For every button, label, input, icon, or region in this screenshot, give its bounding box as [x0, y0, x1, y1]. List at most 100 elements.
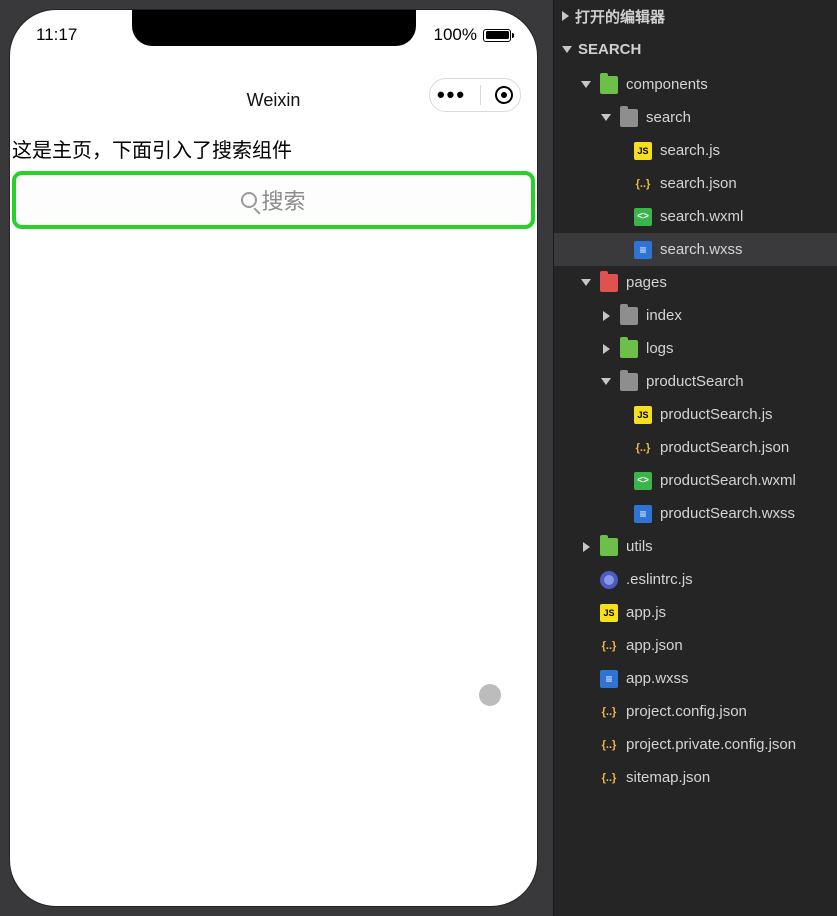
js-file-icon [600, 604, 618, 622]
file-label: .eslintrc.js [626, 571, 829, 588]
file-productsearch-js[interactable]: productSearch.js [554, 398, 837, 431]
file-label: productSearch.js [660, 406, 829, 423]
file-search-js[interactable]: search.js [554, 134, 837, 167]
file-project-config[interactable]: project.config.json [554, 695, 837, 728]
file-label: productSearch.json [660, 439, 829, 456]
file-project-private-config[interactable]: project.private.config.json [554, 728, 837, 761]
section-project[interactable]: SEARCH [554, 33, 837, 66]
folder-icon [600, 538, 618, 556]
file-label: app.wxss [626, 670, 829, 687]
folder-icon [600, 274, 618, 292]
chevron-right-icon [562, 11, 569, 21]
wxml-file-icon [634, 472, 652, 490]
eslint-file-icon [600, 571, 618, 589]
simulator-pane: 11:17 100% Weixin ••• 这是主页，下面引入了搜索组件 搜索 [0, 0, 553, 916]
file-sitemap-json[interactable]: sitemap.json [554, 761, 837, 794]
status-right: 100% [434, 25, 511, 45]
status-bar: 11:17 100% [10, 10, 537, 60]
folder-icon [620, 340, 638, 358]
file-app-json[interactable]: app.json [554, 629, 837, 662]
wxss-file-icon [634, 505, 652, 523]
file-app-wxss[interactable]: app.wxss [554, 662, 837, 695]
more-icon[interactable]: ••• [437, 84, 466, 106]
file-productsearch-json[interactable]: productSearch.json [554, 431, 837, 464]
file-label: project.config.json [626, 703, 829, 720]
folder-icon [620, 109, 638, 127]
folder-components[interactable]: components [554, 68, 837, 101]
capsule-menu[interactable]: ••• [429, 78, 521, 112]
file-search-wxml[interactable]: search.wxml [554, 200, 837, 233]
section-open-editors[interactable]: 打开的编辑器 [554, 0, 837, 33]
folder-logs[interactable]: logs [554, 332, 837, 365]
file-productsearch-wxml[interactable]: productSearch.wxml [554, 464, 837, 497]
chevron-right-icon [603, 311, 610, 321]
folder-pages[interactable]: pages [554, 266, 837, 299]
chevron-down-icon [601, 378, 611, 385]
folder-label: productSearch [646, 373, 829, 390]
capsule-divider [480, 85, 481, 105]
page-heading: 这是主页，下面引入了搜索组件 [12, 134, 535, 169]
file-label: search.json [660, 175, 829, 192]
folder-index[interactable]: index [554, 299, 837, 332]
chevron-down-icon [601, 114, 611, 121]
chevron-down-icon [581, 81, 591, 88]
folder-icon [620, 307, 638, 325]
file-label: app.json [626, 637, 829, 654]
json-file-icon [634, 175, 652, 193]
folder-label: search [646, 109, 829, 126]
chevron-right-icon [603, 344, 610, 354]
wxss-file-icon [600, 670, 618, 688]
file-label: sitemap.json [626, 769, 829, 786]
folder-label: index [646, 307, 829, 324]
search-placeholder: 搜索 [261, 184, 305, 216]
file-label: app.js [626, 604, 829, 621]
json-file-icon [634, 439, 652, 457]
folder-productsearch[interactable]: productSearch [554, 365, 837, 398]
json-file-icon [600, 769, 618, 787]
wxml-file-icon [634, 208, 652, 226]
js-file-icon [634, 142, 652, 160]
page-body: 这是主页，下面引入了搜索组件 搜索 [10, 134, 537, 229]
status-time: 11:17 [36, 25, 77, 45]
file-app-js[interactable]: app.js [554, 596, 837, 629]
search-component[interactable]: 搜索 [12, 171, 535, 229]
assistive-touch-icon[interactable] [479, 684, 501, 706]
section-open-editors-label: 打开的编辑器 [575, 6, 665, 27]
file-eslintrc[interactable]: .eslintrc.js [554, 563, 837, 596]
chevron-down-icon [581, 279, 591, 286]
json-file-icon [600, 736, 618, 754]
phone-frame: 11:17 100% Weixin ••• 这是主页，下面引入了搜索组件 搜索 [10, 10, 537, 906]
wxss-file-icon [634, 241, 652, 259]
file-label: search.wxss [660, 241, 829, 258]
battery-pct: 100% [434, 25, 477, 45]
folder-label: components [626, 76, 829, 93]
chevron-right-icon [583, 542, 590, 552]
chevron-down-icon [562, 46, 572, 53]
folder-search[interactable]: search [554, 101, 837, 134]
json-file-icon [600, 703, 618, 721]
js-file-icon [634, 406, 652, 424]
file-search-wxss[interactable]: search.wxss [554, 233, 837, 266]
folder-icon [620, 373, 638, 391]
file-productsearch-wxss[interactable]: productSearch.wxss [554, 497, 837, 530]
miniapp-nav-bar: Weixin ••• [10, 76, 537, 124]
file-label: productSearch.wxss [660, 505, 829, 522]
folder-utils[interactable]: utils [554, 530, 837, 563]
file-search-json[interactable]: search.json [554, 167, 837, 200]
file-label: project.private.config.json [626, 736, 829, 753]
folder-icon [600, 76, 618, 94]
file-label: productSearch.wxml [660, 472, 829, 489]
folder-label: utils [626, 538, 829, 555]
explorer-panel: 打开的编辑器 SEARCH components search search.j… [553, 0, 837, 916]
section-project-label: SEARCH [578, 41, 641, 58]
search-icon [241, 192, 257, 208]
battery-icon [483, 29, 511, 42]
file-label: search.js [660, 142, 829, 159]
folder-label: pages [626, 274, 829, 291]
json-file-icon [600, 637, 618, 655]
file-tree: components search search.js search.json … [554, 66, 837, 794]
close-target-icon[interactable] [495, 86, 513, 104]
nav-title: Weixin [247, 90, 301, 111]
file-label: search.wxml [660, 208, 829, 225]
folder-label: logs [646, 340, 829, 357]
